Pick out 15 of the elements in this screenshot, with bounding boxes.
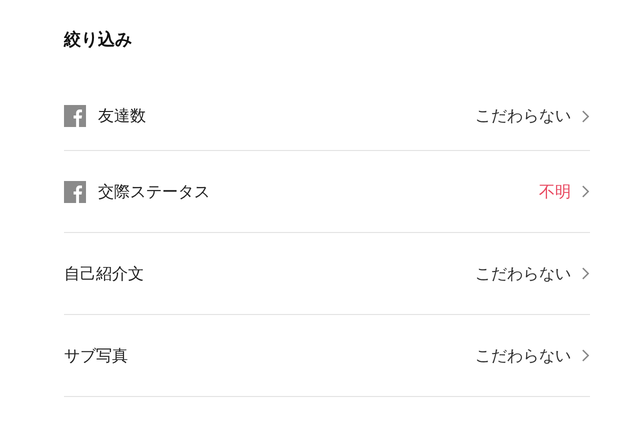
section-title: 絞り込み xyxy=(64,29,133,52)
filter-value[interactable]: こだわらない xyxy=(475,104,571,128)
chevron-right-icon xyxy=(581,266,590,281)
filter-label: 交際ステータス xyxy=(98,180,210,202)
filter-value[interactable]: 不明 xyxy=(539,180,571,204)
filter-label: 友達数 xyxy=(98,105,146,127)
chevron-right-icon xyxy=(581,348,590,363)
facebook-icon xyxy=(64,105,86,127)
facebook-icon xyxy=(64,180,86,202)
filter-value[interactable]: こだわらない xyxy=(475,262,571,286)
filter-label: サブ写真 xyxy=(64,344,128,366)
filter-value[interactable]: こだわらない xyxy=(475,344,571,368)
chevron-right-icon xyxy=(581,108,590,124)
filter-label: 自己紹介文 xyxy=(64,262,144,284)
chevron-right-icon xyxy=(581,184,590,199)
